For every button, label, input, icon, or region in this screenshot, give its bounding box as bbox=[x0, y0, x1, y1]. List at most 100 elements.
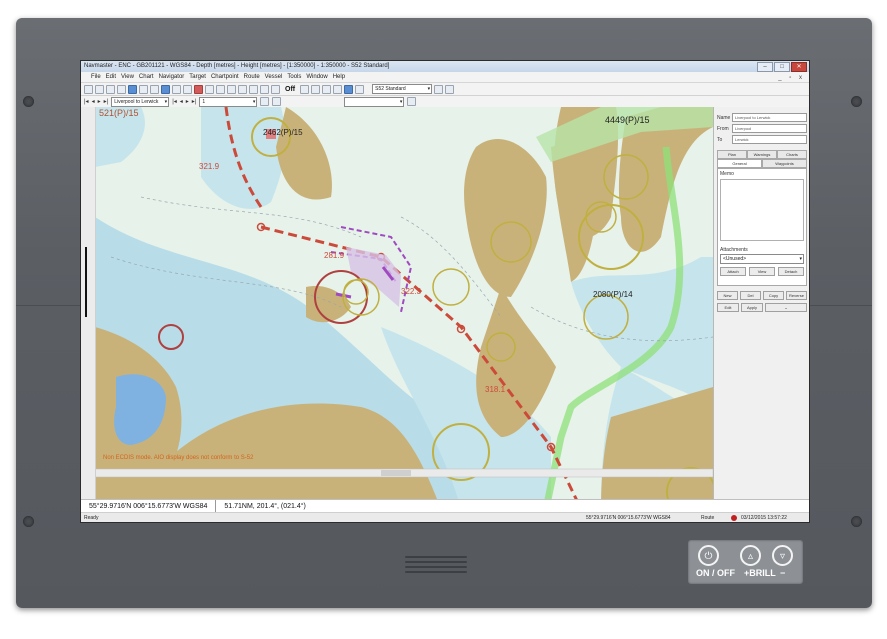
route-name-field[interactable]: Liverpool to Lerwick bbox=[732, 113, 807, 122]
copy-route-button[interactable]: Copy bbox=[763, 291, 784, 300]
grid-icon[interactable] bbox=[249, 84, 258, 94]
memo-label: Memo bbox=[720, 171, 734, 177]
last-icon[interactable]: ▸| bbox=[104, 98, 109, 105]
zoom-out-icon[interactable] bbox=[333, 84, 343, 94]
zoom-in-icon[interactable] bbox=[322, 84, 332, 94]
menu-item-help[interactable]: Help bbox=[333, 72, 345, 82]
from-field[interactable]: Liverpool bbox=[732, 124, 807, 133]
print-icon[interactable] bbox=[117, 84, 126, 94]
prev-icon[interactable]: ◂ bbox=[92, 98, 95, 105]
display-mode-select[interactable]: S52 Standard bbox=[372, 84, 433, 94]
brill-plus-label: +BRILL bbox=[744, 568, 776, 578]
route-select[interactable]: Liverpool to Lerwick bbox=[111, 96, 170, 107]
bearing-label: 322.3 bbox=[401, 287, 422, 296]
bearing-label: 281.9 bbox=[324, 251, 345, 260]
ruler-icon[interactable] bbox=[238, 84, 247, 94]
next-page-icon[interactable]: ▸ bbox=[186, 98, 189, 105]
scale-bar bbox=[85, 247, 87, 317]
view-button[interactable]: View bbox=[749, 267, 775, 276]
route-icon[interactable] bbox=[161, 84, 170, 94]
tab-general[interactable]: General bbox=[717, 159, 762, 168]
general-tab-content: Memo Attachments <Unused> Attach View De… bbox=[717, 168, 807, 286]
menu-item-file[interactable]: File bbox=[91, 72, 101, 82]
pan-icon[interactable] bbox=[260, 84, 269, 94]
maximize-button[interactable]: □ bbox=[774, 62, 790, 72]
measure-icon[interactable] bbox=[183, 84, 192, 94]
menu-item-route[interactable]: Route bbox=[244, 72, 260, 82]
brill-minus-label: − bbox=[780, 568, 786, 578]
menu-item-chartpoint[interactable]: Chartpoint bbox=[211, 72, 239, 82]
menu-item-navigator[interactable]: Navigator bbox=[159, 72, 185, 82]
delete-route-button[interactable]: Del bbox=[740, 291, 761, 300]
attachments-select[interactable]: <Unused> bbox=[720, 254, 804, 264]
new-route-button[interactable]: New bbox=[717, 291, 738, 300]
menu-item-view[interactable]: View bbox=[121, 72, 134, 82]
waypoint-icon[interactable] bbox=[172, 84, 181, 94]
menu-item-window[interactable]: Window bbox=[306, 72, 327, 82]
status-bar: Ready 55°29.9716'N 006°15.6773'W WGS84 R… bbox=[81, 512, 809, 522]
layer-select[interactable] bbox=[344, 96, 405, 107]
reverse-route-button[interactable]: Reverse bbox=[786, 291, 807, 300]
screw bbox=[851, 516, 862, 527]
edit-button[interactable]: Edit bbox=[717, 303, 739, 312]
menu-item-target[interactable]: Target bbox=[189, 72, 206, 82]
vessel-icon[interactable] bbox=[227, 84, 236, 94]
first-page-icon[interactable]: |◂ bbox=[172, 98, 177, 105]
attach-button[interactable]: Attach bbox=[720, 267, 746, 276]
day-icon[interactable] bbox=[344, 84, 354, 94]
page-select[interactable]: 1 bbox=[199, 96, 258, 107]
tab-charts[interactable]: Charts bbox=[777, 150, 807, 159]
new-icon[interactable] bbox=[84, 84, 93, 94]
tab-waypoints[interactable]: Waypoints bbox=[762, 159, 807, 168]
main-toolbar: Off S52 Standard bbox=[81, 83, 809, 96]
menu-item-chart[interactable]: Chart bbox=[139, 72, 154, 82]
status-datetime: 03/12/2015 13:57:22 bbox=[741, 515, 787, 521]
layers-icon[interactable] bbox=[205, 84, 214, 94]
select-icon[interactable] bbox=[139, 84, 148, 94]
brightness-up-icon[interactable]: ▵ bbox=[740, 545, 761, 566]
search-icon[interactable] bbox=[311, 84, 321, 94]
status-mode: Route bbox=[701, 515, 715, 521]
scrollbar-thumb[interactable] bbox=[381, 470, 411, 476]
open-icon[interactable] bbox=[95, 84, 104, 94]
alarm-indicator-icon bbox=[731, 515, 737, 521]
chevron-down-icon[interactable]: ⌄ bbox=[765, 303, 807, 312]
next-icon[interactable]: ▸ bbox=[98, 98, 101, 105]
power-icon[interactable]: ⏻ bbox=[698, 545, 719, 566]
screw bbox=[23, 516, 34, 527]
menu-item-vessel[interactable]: Vessel bbox=[265, 72, 283, 82]
route-tool-icon[interactable] bbox=[260, 97, 270, 106]
zoom-icon[interactable] bbox=[150, 84, 159, 94]
night-icon[interactable] bbox=[355, 84, 365, 94]
menu-item-tools[interactable]: Tools bbox=[287, 72, 301, 82]
to-field[interactable]: Lerwick bbox=[732, 135, 807, 144]
prev-page-icon[interactable]: ◂ bbox=[180, 98, 183, 105]
target-icon[interactable] bbox=[216, 84, 225, 94]
center-icon[interactable] bbox=[271, 84, 280, 94]
nautical-chart[interactable]: 521(P)/15 2462(P)/15 4449(P)/15 2080(P)/… bbox=[81, 107, 713, 509]
mdi-window-controls[interactable]: _ ▫ x bbox=[778, 73, 805, 83]
brightness-down-icon[interactable]: ▿ bbox=[772, 545, 793, 566]
minimize-button[interactable]: – bbox=[757, 62, 773, 72]
alarm-icon[interactable] bbox=[194, 84, 203, 94]
first-icon[interactable]: |◂ bbox=[84, 98, 89, 105]
chart-icon[interactable] bbox=[128, 84, 137, 94]
off-toggle[interactable]: Off bbox=[282, 86, 298, 93]
screw bbox=[23, 96, 34, 107]
tab-plan[interactable]: Plan bbox=[717, 150, 747, 159]
help-icon[interactable] bbox=[445, 84, 455, 94]
save-icon[interactable] bbox=[106, 84, 115, 94]
settings-icon[interactable] bbox=[300, 84, 310, 94]
detach-button[interactable]: Detach bbox=[778, 267, 804, 276]
tab-warnings[interactable]: Warnings bbox=[747, 150, 777, 159]
ring-label: 2462(P)/15 bbox=[263, 128, 303, 137]
memo-textarea[interactable] bbox=[720, 179, 804, 241]
last-page-icon[interactable]: ▸| bbox=[192, 98, 197, 105]
close-button[interactable]: ✕ bbox=[791, 62, 807, 72]
info-icon[interactable] bbox=[434, 84, 444, 94]
apply-button[interactable]: Apply bbox=[741, 303, 763, 312]
cursor-info-bar: 55°29.9716'N 006°15.6773'W WGS84 51.71NM… bbox=[81, 499, 809, 513]
route-edit-icon[interactable] bbox=[272, 97, 282, 106]
refresh-icon[interactable] bbox=[407, 97, 417, 106]
menu-item-edit[interactable]: Edit bbox=[106, 72, 116, 82]
